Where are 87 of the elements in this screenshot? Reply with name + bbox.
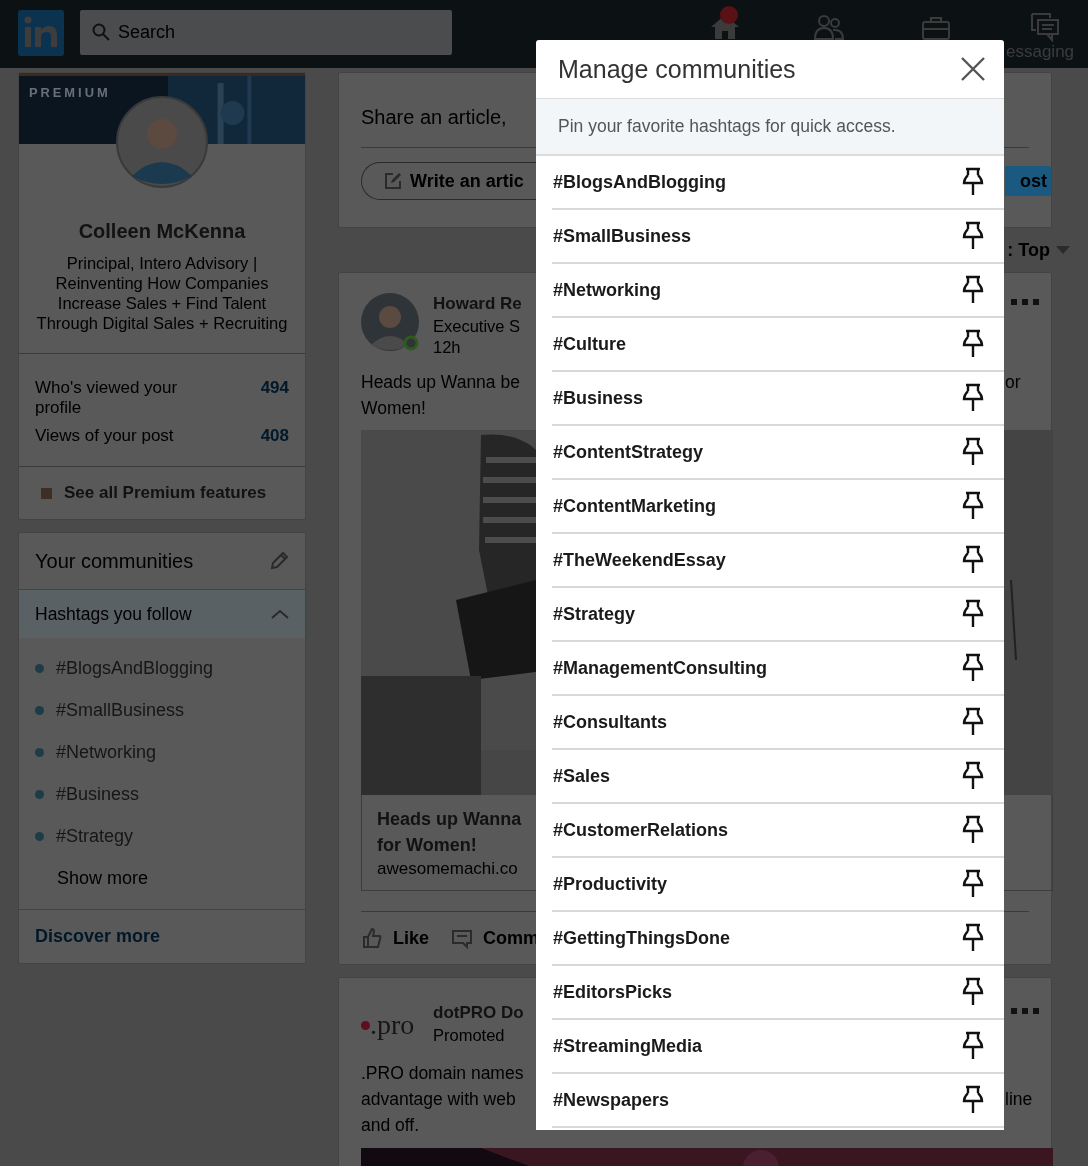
pin-icon[interactable] xyxy=(962,167,984,197)
hashtag-name[interactable]: #CustomerRelations xyxy=(553,819,729,841)
author-name[interactable]: dotPRO Do xyxy=(433,1002,524,1024)
show-more-link[interactable]: Show more xyxy=(35,857,149,899)
dialog-hint: Pin your favorite hashtags for quick access. xyxy=(536,99,1004,156)
hashtag-name[interactable]: #Productivity xyxy=(553,873,668,895)
pin-icon[interactable] xyxy=(962,653,984,683)
pin-icon[interactable] xyxy=(962,545,984,575)
section-header[interactable]: Hashtags you follow xyxy=(19,590,305,638)
pin-icon[interactable] xyxy=(962,329,984,359)
hashtag-name[interactable]: #EditorsPicks xyxy=(553,981,673,1003)
hashtag-link[interactable]: #Networking xyxy=(56,741,157,763)
pin-icon[interactable] xyxy=(962,437,984,467)
thumbs-up-icon xyxy=(361,927,383,949)
author-name[interactable]: Howard Re xyxy=(433,293,522,315)
hashtag-name[interactable]: #ManagementConsulting xyxy=(553,657,767,679)
stat-row[interactable]: Who's viewed your profile 494 xyxy=(35,378,289,418)
preview-title: for Women! xyxy=(377,834,477,857)
preview-title: Heads up Wanna xyxy=(377,808,522,831)
post-text: Heads up Wanna be xyxy=(361,371,520,394)
hashtag-name[interactable]: #Consultants xyxy=(553,711,667,733)
company-logo[interactable]: .pro xyxy=(361,1002,419,1048)
profile-name[interactable]: Colleen McKenna xyxy=(19,219,305,243)
hashtag-name[interactable]: #SmallBusiness xyxy=(553,225,692,247)
comment-icon xyxy=(451,927,474,949)
share-prompt[interactable]: Share an article, xyxy=(361,73,507,131)
author-title: Executive S xyxy=(433,316,521,337)
post-time: 12h xyxy=(433,337,461,357)
hashtag-dot xyxy=(35,663,44,673)
hashtag-name[interactable]: #TheWeekendEssay xyxy=(553,549,726,571)
hashtag-name[interactable]: #Culture xyxy=(553,333,626,355)
action-button[interactable]: Like xyxy=(361,927,430,949)
pin-icon[interactable] xyxy=(962,383,984,413)
banner-label: PREMIUM xyxy=(28,84,111,100)
post-text: advantage with web xyxy=(361,1088,516,1111)
sponsored-label: Promoted xyxy=(433,1025,505,1046)
hashtag-dot xyxy=(35,747,44,757)
post-text: .PRO domain names xyxy=(361,1062,524,1085)
hashtag-link[interactable]: #SmallBusiness xyxy=(56,699,185,721)
search-icon xyxy=(92,23,110,41)
pin-icon[interactable] xyxy=(962,221,984,251)
pin-icon[interactable] xyxy=(962,707,984,737)
hashtag-name[interactable]: #ContentStrategy xyxy=(553,441,704,463)
pin-icon[interactable] xyxy=(962,815,984,845)
search-field[interactable]: Search xyxy=(80,10,452,55)
premium-link[interactable]: See all Premium features xyxy=(64,483,267,503)
hashtag-name[interactable]: #StreamingMedia xyxy=(553,1035,703,1057)
edit-icon xyxy=(384,172,402,190)
pin-icon[interactable] xyxy=(962,1085,984,1115)
pin-icon[interactable] xyxy=(962,1031,984,1061)
post-button[interactable]: ost xyxy=(1005,166,1051,196)
hashtag-link[interactable]: #Business xyxy=(56,783,140,805)
hashtag-name[interactable]: #Newspapers xyxy=(553,1089,670,1111)
pin-icon[interactable] xyxy=(962,923,984,953)
hashtag-link[interactable]: #BlogsAndBlogging xyxy=(56,657,214,679)
pin-icon[interactable] xyxy=(962,869,984,899)
discover-link[interactable]: Discover more xyxy=(35,926,161,947)
hashtag-name[interactable]: #Networking xyxy=(553,279,662,301)
more-options-icon[interactable] xyxy=(1011,298,1039,306)
hashtag-name[interactable]: #Strategy xyxy=(553,603,636,625)
close-icon[interactable] xyxy=(960,56,986,82)
premium-icon xyxy=(41,487,52,499)
hashtag-name[interactable]: #Business xyxy=(553,387,644,409)
hashtag-name[interactable]: #Sales xyxy=(553,765,611,787)
more-options-icon[interactable] xyxy=(1011,1007,1039,1015)
post-text: line xyxy=(1005,1088,1033,1111)
hashtag-name[interactable]: #BlogsAndBlogging xyxy=(553,171,726,193)
preview-source: awesomemachi.co xyxy=(377,858,518,880)
pin-icon[interactable] xyxy=(962,491,984,521)
pin-icon[interactable] xyxy=(962,275,984,305)
pin-icon[interactable] xyxy=(962,599,984,629)
hashtag-name[interactable]: #GettingThingsDone xyxy=(553,927,730,949)
hashtag-name[interactable]: #ContentMarketing xyxy=(553,495,716,517)
pin-icon[interactable] xyxy=(962,977,984,1007)
post-text: Women! xyxy=(361,397,426,420)
post-text: and off. xyxy=(361,1114,420,1137)
hashtag-dot xyxy=(35,831,44,841)
stat-row[interactable]: Views of your post 408 xyxy=(35,426,289,446)
hashtag-dot xyxy=(35,705,44,715)
card-title: Your communities xyxy=(35,549,194,573)
post-text: or xyxy=(1005,371,1021,394)
sort-label[interactable]: : Top xyxy=(1007,239,1050,261)
hashtag-link[interactable]: #Strategy xyxy=(56,825,134,847)
profile-headline: Principal, Intero Advisory | Reinventing How Companies Increase Sales + Find Talent Through Digital Sales + Recruiting xyxy=(35,253,289,334)
dialog-title: Manage communities xyxy=(558,54,796,84)
hashtag-dot xyxy=(35,789,44,799)
pin-icon[interactable] xyxy=(962,761,984,791)
